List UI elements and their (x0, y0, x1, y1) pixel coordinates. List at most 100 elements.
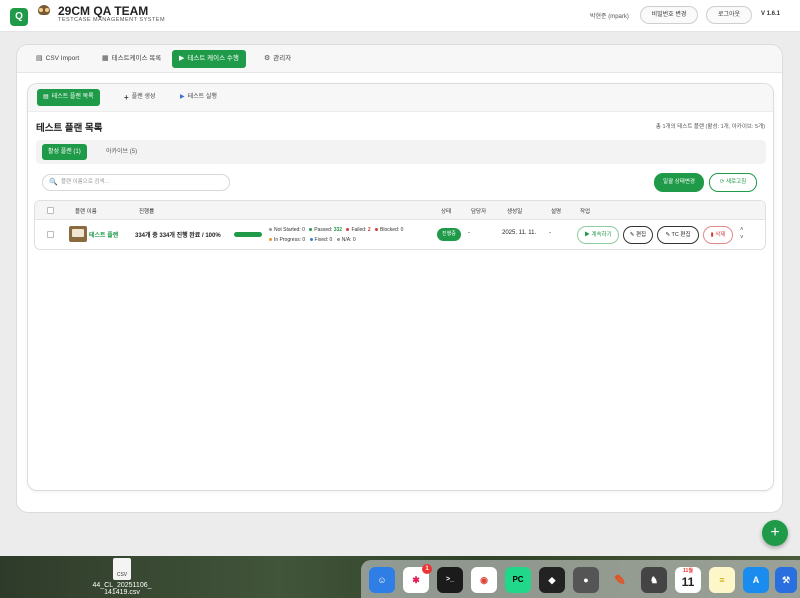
stat-failed-label: Failed: (351, 227, 367, 233)
status-badge: 진행중 (437, 228, 461, 241)
search-placeholder: 플랜 이름으로 검색... (61, 179, 110, 185)
sub-tab-bar: ▤ 테스트 플랜 목록 + 플랜 생성 ▶ 테스트 실행 (28, 84, 773, 112)
pycharm-icon[interactable]: PC (505, 567, 531, 593)
col-assignee: 담당자 (471, 209, 487, 215)
tab-csv-import[interactable]: ▤ CSV Import (29, 50, 86, 68)
play-icon: ▶ (179, 55, 185, 62)
stat-na: N/A: 0 (341, 237, 356, 243)
plan-thumbnail-icon (69, 226, 87, 242)
tab-test-run[interactable]: ▶ 테스트 실행 (174, 89, 223, 106)
filter-tab-bar: 활성 플랜 (1) 아카이브 (5) (36, 140, 766, 164)
tab-plan-list[interactable]: ▤ 테스트 플랜 목록 (37, 89, 100, 106)
desktop-file-name-2: 141419.csv (104, 589, 140, 596)
section-title: 테스트 플랜 목록 (36, 123, 103, 134)
stat-blocked: Blocked: 0 (380, 227, 404, 233)
stat-not-started: Not Started: 0 (274, 227, 305, 233)
app-title: 29CM QA TEAM (58, 4, 149, 18)
reorder-arrows[interactable]: ˄ ˅ (740, 226, 744, 242)
macos-dock: ☺ ✱ 1 >_ ◉ PC ◆ ● ✎ ♞ 11월 11 ≡ A ⚒ (361, 560, 800, 598)
clipboard-icon: ▤ (43, 94, 49, 100)
cube-app-icon[interactable]: ◆ (539, 567, 565, 593)
col-progress: 진행률 (139, 209, 155, 215)
change-password-button[interactable]: 비밀번호 변경 (640, 6, 698, 24)
filter-active-plans[interactable]: 활성 플랜 (1) (42, 144, 87, 160)
plan-table: 플랜 이름 진행률 상태 담당자 생성일 설명 작업 테스트 플랜 334개 중… (34, 200, 766, 250)
plan-panel: ▤ 테스트 플랜 목록 + 플랜 생성 ▶ 테스트 실행 테스트 플랜 목록 총… (27, 83, 774, 491)
description-value: - (549, 230, 551, 236)
col-description: 설명 (551, 209, 562, 215)
stat-passed: 332 (333, 227, 343, 233)
pencil-icon: ✎ (629, 232, 635, 238)
chevron-down-icon[interactable]: ˅ (740, 234, 744, 242)
main-tab-bar: ▤ CSV Import ▦ 테스트케이스 목록 ▶ 테스트 케이스 수행 ⚙ … (17, 45, 782, 73)
notes-icon[interactable]: ≡ (709, 567, 735, 593)
play-icon: ▶ (180, 94, 185, 100)
desktop-file-name: 44_CL_20251106_ (92, 582, 152, 589)
progress-bar-fill (234, 232, 262, 237)
sequel-icon[interactable]: ♞ (641, 567, 667, 593)
chevron-up-icon[interactable]: ˄ (740, 226, 744, 234)
bulk-status-button[interactable]: 일괄 상태변경 (654, 173, 704, 192)
calendar-day: 11 (681, 575, 695, 589)
owl-logo-icon (36, 5, 52, 26)
edit-button[interactable]: ✎ 편집 (623, 226, 653, 244)
tab-testcase-run[interactable]: ▶ 테스트 케이스 수행 (172, 50, 246, 68)
plus-icon: + (124, 93, 129, 102)
delete-button[interactable]: ▮ 삭제 (703, 226, 733, 244)
desktop-file[interactable]: CSV 44_CL_20251106_ 141419.csv (92, 556, 152, 596)
top-bar: Q 29CM QA TEAM TESTCASE MANAGEMENT SYSTE… (0, 0, 800, 32)
terminal-icon[interactable]: >_ (437, 567, 463, 593)
calendar-icon[interactable]: 11월 11 (675, 567, 701, 593)
table-row[interactable]: 테스트 플랜 334개 중 334개 진행 완료 / 100% Not Star… (35, 220, 765, 250)
stat-passed-label: Passed: (314, 227, 333, 233)
color-picker-icon[interactable]: ● (573, 567, 599, 593)
pencil-icon: ✎ (665, 232, 671, 238)
notification-badge: 1 (422, 564, 432, 574)
pen-tool-icon[interactable]: ✎ (607, 567, 633, 593)
xcode-icon[interactable]: ⚒ (775, 567, 797, 593)
col-created: 생성일 (507, 209, 523, 215)
search-icon: 🔍 (49, 179, 58, 186)
app-store-icon[interactable]: A (743, 567, 769, 593)
section-summary: 총 1개의 테스트 플랜 (활성: 1개, 아카이브: 5개) (655, 124, 765, 130)
search-input[interactable]: 🔍 플랜 이름으로 검색... (42, 174, 230, 191)
csv-file-icon: CSV (113, 558, 131, 580)
tab-admin[interactable]: ⚙ 관리자 (257, 50, 298, 68)
trash-icon: ▮ (710, 232, 714, 238)
created-date: 2025. 11. 11. (502, 230, 537, 236)
col-status: 상태 (441, 209, 452, 215)
stat-fixed: Fixed: 0 (314, 237, 333, 243)
progress-text: 334개 중 334개 진행 완료 / 100% (135, 233, 221, 239)
finder-icon[interactable]: ☺ (369, 567, 395, 593)
stat-in-progress: In Progress: 0 (274, 237, 306, 243)
refresh-icon: ⟳ (719, 179, 725, 185)
col-actions: 작업 (580, 209, 591, 215)
select-all-checkbox[interactable] (47, 207, 54, 214)
app-logo-badge[interactable]: Q (10, 8, 28, 26)
file-icon: ▤ (36, 55, 43, 62)
assignee-value: - (468, 230, 470, 236)
table-header: 플랜 이름 진행률 상태 담당자 생성일 설명 작업 (35, 201, 765, 220)
app-subtitle: TESTCASE MANAGEMENT SYSTEM (58, 17, 166, 23)
tab-plan-create[interactable]: + 플랜 생성 (118, 89, 161, 106)
filter-archived-plans[interactable]: 아카이브 (5) (100, 144, 143, 160)
continue-button[interactable]: ▶ 계속하기 (577, 226, 619, 244)
play-icon: ▶ (584, 232, 590, 238)
chrome-icon[interactable]: ◉ (471, 567, 497, 593)
row-checkbox[interactable] (47, 231, 54, 238)
tab-testcase-list[interactable]: ▦ 테스트케이스 목록 (95, 50, 168, 68)
version-label: V 1.6.1 (761, 11, 781, 17)
logout-button[interactable]: 로그아웃 (706, 6, 752, 24)
col-name: 플랜 이름 (75, 209, 97, 215)
progress-bar (234, 232, 262, 237)
result-stats: Not Started: 0 Passed: 332 Failed: 2 Blo… (269, 225, 403, 245)
user-name: 박현준 (mpark) (590, 14, 629, 20)
app-window: Q 29CM QA TEAM TESTCASE MANAGEMENT SYSTE… (0, 0, 800, 556)
refresh-button[interactable]: ⟳ 새로고침 (709, 173, 757, 192)
add-floating-button[interactable]: + (762, 520, 788, 546)
list-icon: ▦ (102, 55, 109, 62)
stat-failed: 2 (367, 227, 371, 233)
slack-icon[interactable]: ✱ 1 (403, 564, 432, 593)
plan-name-link[interactable]: 테스트 플랜 (89, 230, 118, 239)
tc-edit-button[interactable]: ✎ TC 편집 (657, 226, 699, 244)
